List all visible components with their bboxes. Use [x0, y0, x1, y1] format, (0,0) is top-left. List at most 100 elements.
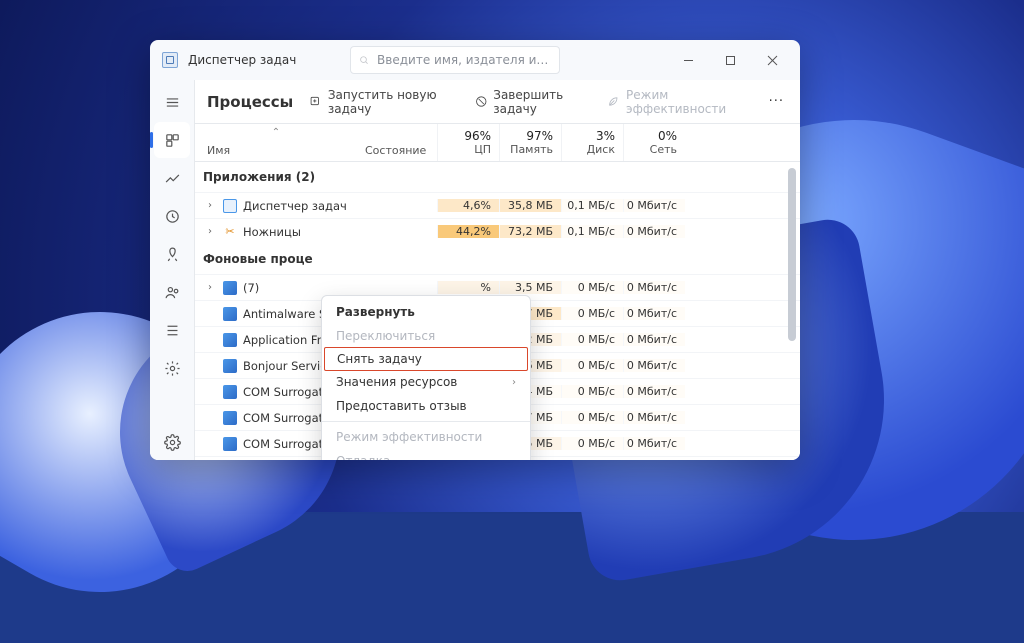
- ctx-item[interactable]: Предоставить отзыв: [322, 394, 530, 418]
- nav-hamburger[interactable]: [154, 84, 190, 120]
- process-name: Ножницы: [243, 225, 301, 239]
- end-task-icon: [475, 94, 488, 109]
- table-row[interactable]: › ✂ Ножницы 44,2% 73,2 МБ 0,1 МБ/с 0 Мби…: [195, 218, 800, 244]
- close-button[interactable]: [752, 44, 792, 76]
- search-icon: [359, 53, 369, 67]
- process-icon: [223, 359, 237, 373]
- col-name[interactable]: ⌃ Имя: [195, 124, 357, 161]
- net-cell: 0 Мбит/с: [623, 437, 685, 450]
- process-table: ⌃ Имя Состояние 96%ЦП 97%Память 3%Диск 0…: [195, 124, 800, 460]
- nav-history[interactable]: [154, 198, 190, 234]
- net-cell: 0 Мбит/с: [623, 281, 685, 294]
- scrollbar-thumb[interactable]: [788, 168, 796, 341]
- expander-icon[interactable]: ›: [203, 282, 217, 293]
- end-task-button[interactable]: Завершить задачу: [475, 88, 592, 116]
- nav-startup[interactable]: [154, 236, 190, 272]
- process-name: Application Fra: [243, 333, 328, 347]
- search-input[interactable]: Введите имя, издателя или PID для п...: [350, 46, 560, 74]
- mem-cell: 3,5 МБ: [499, 281, 561, 294]
- sort-indicator-icon: ⌃: [272, 127, 280, 138]
- ctx-item[interactable]: Переключиться: [322, 324, 530, 348]
- submenu-arrow-icon: ›: [512, 377, 516, 388]
- page-title: Процессы: [207, 93, 293, 111]
- content-pane: Процессы Запустить новую задачу Завершит…: [194, 80, 800, 460]
- nav-performance[interactable]: [154, 160, 190, 196]
- process-name: Bonjour Servic: [243, 359, 327, 373]
- leaf-icon: [607, 94, 620, 109]
- col-memory[interactable]: 97%Память: [499, 124, 561, 161]
- process-name: (7): [243, 281, 259, 295]
- col-status[interactable]: Состояние: [357, 124, 437, 161]
- net-cell: 0 Мбит/с: [623, 333, 685, 346]
- expander-icon[interactable]: [203, 386, 217, 397]
- process-name: COM Surrogat: [243, 385, 323, 399]
- cpu-cell: %: [437, 281, 499, 294]
- disk-cell: 0 МБ/с: [561, 307, 623, 320]
- net-cell: 0 Мбит/с: [623, 225, 685, 238]
- expander-icon[interactable]: [203, 438, 217, 449]
- app-icon: [162, 52, 178, 68]
- disk-cell: 0 МБ/с: [561, 281, 623, 294]
- titlebar[interactable]: Диспетчер задач Введите имя, издателя ил…: [150, 40, 800, 80]
- expander-icon[interactable]: ›: [203, 226, 217, 237]
- task-manager-window: Диспетчер задач Введите имя, издателя ил…: [150, 40, 800, 460]
- nav-rail: [150, 80, 194, 460]
- process-icon: [223, 385, 237, 399]
- table-row[interactable]: › Диспетчер задач 4,6% 35,8 МБ 0,1 МБ/с …: [195, 192, 800, 218]
- net-cell: 0 Мбит/с: [623, 199, 685, 212]
- nav-details[interactable]: [154, 312, 190, 348]
- table-header[interactable]: ⌃ Имя Состояние 96%ЦП 97%Память 3%Диск 0…: [195, 124, 800, 162]
- disk-cell: 0 МБ/с: [561, 359, 623, 372]
- nav-processes[interactable]: [154, 122, 190, 158]
- expander-icon[interactable]: [203, 360, 217, 371]
- mem-cell: 73,2 МБ: [499, 225, 561, 238]
- process-icon: [223, 437, 237, 451]
- mem-cell: 35,8 МБ: [499, 199, 561, 212]
- window-title: Диспетчер задач: [188, 53, 296, 67]
- expander-icon[interactable]: [203, 308, 217, 319]
- ctx-separator: [322, 421, 530, 422]
- nav-settings[interactable]: [154, 424, 190, 460]
- nav-services[interactable]: [154, 350, 190, 386]
- cpu-cell: 44,2%: [437, 225, 499, 238]
- new-task-icon: [309, 94, 322, 109]
- process-icon: [223, 411, 237, 425]
- nav-users[interactable]: [154, 274, 190, 310]
- col-cpu[interactable]: 96%ЦП: [437, 124, 499, 161]
- net-cell: 0 Мбит/с: [623, 411, 685, 424]
- expander-icon[interactable]: ›: [203, 200, 217, 211]
- process-name: COM Surrogat: [243, 437, 323, 451]
- ctx-item[interactable]: Снять задачу: [324, 347, 528, 371]
- net-cell: 0 Мбит/с: [623, 307, 685, 320]
- process-icon: [223, 281, 237, 295]
- scissors-icon: ✂: [223, 225, 237, 239]
- process-name: Диспетчер задач: [243, 199, 347, 213]
- maximize-button[interactable]: [710, 44, 750, 76]
- process-icon: [223, 307, 237, 321]
- more-button[interactable]: ···: [765, 94, 788, 109]
- ctx-item[interactable]: Режим эффективности: [322, 425, 530, 449]
- col-disk[interactable]: 3%Диск: [561, 124, 623, 161]
- disk-cell: 0,1 МБ/с: [561, 199, 623, 212]
- disk-cell: 0 МБ/с: [561, 437, 623, 450]
- expander-icon[interactable]: [203, 334, 217, 345]
- disk-cell: 0,1 МБ/с: [561, 225, 623, 238]
- net-cell: 0 Мбит/с: [623, 359, 685, 372]
- search-placeholder: Введите имя, издателя или PID для п...: [377, 53, 551, 67]
- toolbar: Процессы Запустить новую задачу Завершит…: [195, 80, 800, 124]
- expander-icon[interactable]: [203, 412, 217, 423]
- new-task-button[interactable]: Запустить новую задачу: [309, 88, 458, 116]
- ctx-item[interactable]: Развернуть: [322, 300, 530, 324]
- group-apps[interactable]: Приложения (2): [195, 162, 800, 192]
- ctx-item[interactable]: Отладка: [322, 449, 530, 460]
- col-network[interactable]: 0%Сеть: [623, 124, 685, 161]
- group-background[interactable]: Фоновые проце: [195, 244, 800, 274]
- scrollbar[interactable]: [786, 168, 798, 456]
- minimize-button[interactable]: [668, 44, 708, 76]
- efficiency-button[interactable]: Режим эффективности: [607, 88, 748, 116]
- net-cell: 0 Мбит/с: [623, 385, 685, 398]
- disk-cell: 0 МБ/с: [561, 333, 623, 346]
- context-menu[interactable]: РазвернутьПереключитьсяСнять задачуЗначе…: [321, 295, 531, 460]
- process-name: COM Surrogat: [243, 411, 323, 425]
- ctx-item[interactable]: Значения ресурсов›: [322, 370, 530, 394]
